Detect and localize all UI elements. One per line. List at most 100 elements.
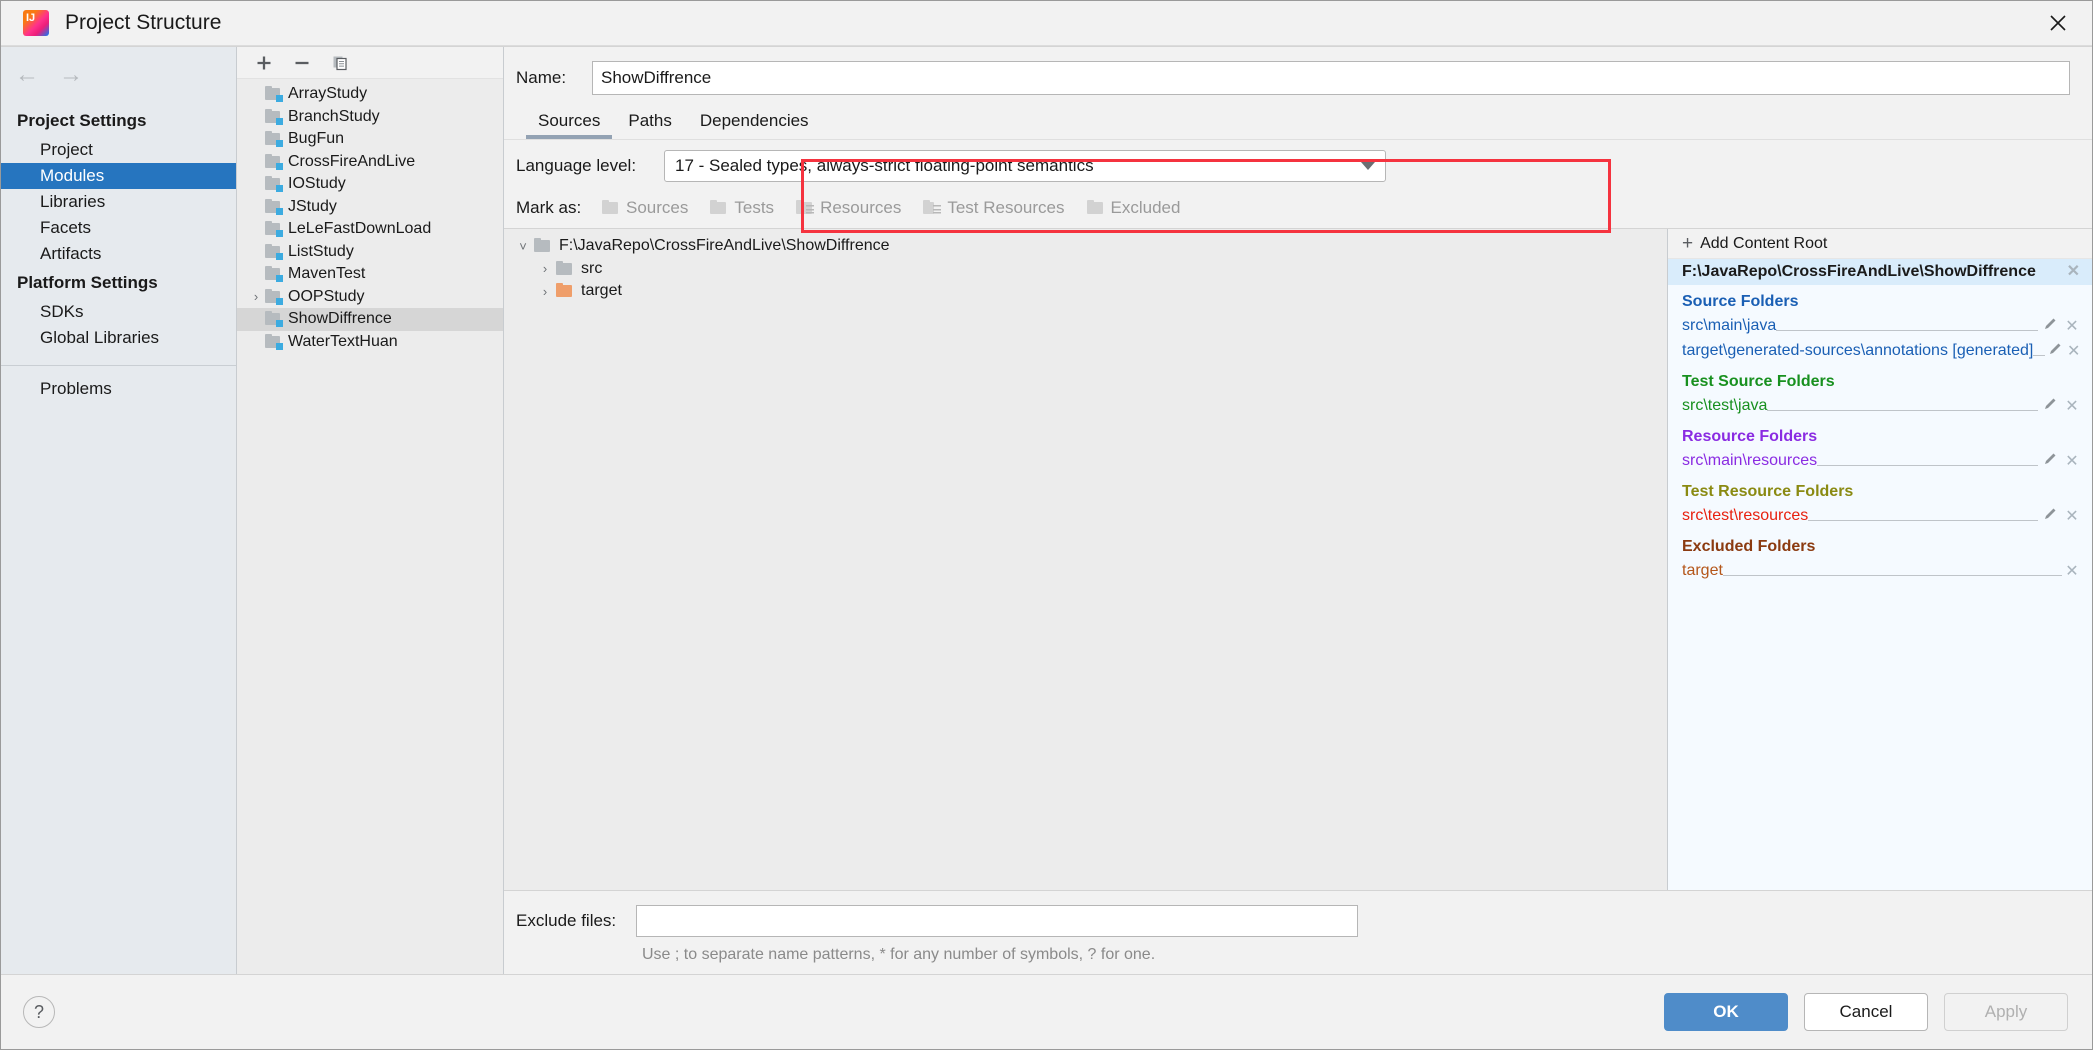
module-label: LeLeFastDownLoad	[288, 220, 432, 238]
close-icon[interactable]: ✕	[2062, 396, 2082, 416]
language-level-value: 17 - Sealed types, always-strict floatin…	[675, 156, 1094, 175]
sidebar-item-project[interactable]: Project	[1, 137, 236, 163]
module-icon	[265, 153, 283, 170]
folder-resources-icon	[796, 200, 815, 215]
source-folder-entry[interactable]: target\generated-sources\annotations [ge…	[1682, 338, 2092, 363]
folder-path: src\test\resources	[1682, 506, 1809, 524]
edit-icon[interactable]	[2038, 316, 2062, 336]
test-source-folder-entry[interactable]: src\test\java ✕	[1682, 393, 2092, 418]
list-item[interactable]: › MavenTest	[237, 263, 503, 286]
edit-icon[interactable]	[2038, 396, 2062, 416]
folder-path: src\main\java	[1682, 316, 1777, 334]
chevron-down-icon[interactable]	[1361, 162, 1375, 170]
module-icon	[265, 108, 283, 125]
question-mark-icon[interactable]: ?	[23, 996, 55, 1028]
module-label: ArrayStudy	[288, 85, 368, 103]
list-item[interactable]: › JStudy	[237, 196, 503, 219]
language-level-select[interactable]: 17 - Sealed types, always-strict floatin…	[664, 150, 1386, 182]
close-icon[interactable]: ✕	[2067, 264, 2080, 280]
mark-as-tests-button[interactable]: Tests	[710, 198, 774, 218]
test-resource-folder-entry[interactable]: src\test\resources ✕	[1682, 503, 2092, 528]
sidebar-item-artifacts[interactable]: Artifacts	[1, 241, 236, 267]
plus-icon[interactable]	[249, 50, 279, 76]
close-icon[interactable]: ✕	[2062, 316, 2082, 336]
list-item[interactable]: › CrossFireAndLive	[237, 151, 503, 174]
module-label: JStudy	[288, 197, 337, 215]
list-item[interactable]: › ArrayStudy	[237, 83, 503, 106]
module-icon	[265, 221, 283, 238]
sidebar-item-sdks[interactable]: SDKs	[1, 299, 236, 325]
modules-list[interactable]: › ArrayStudy › BranchStudy › BugFun ›	[237, 79, 503, 974]
sidebar-item-problems[interactable]: Problems	[1, 376, 236, 402]
ok-button[interactable]: OK	[1664, 993, 1788, 1031]
list-item-selected[interactable]: › ShowDiffrence	[237, 308, 503, 331]
resource-folders-group: Resource Folders src\main\resources ✕	[1668, 420, 2092, 475]
mark-as-sources-button[interactable]: Sources	[602, 198, 688, 218]
exclude-files-input[interactable]	[636, 905, 1358, 937]
mark-as-label: Mark as:	[516, 198, 582, 217]
add-content-root-button[interactable]: + Add Content Root	[1668, 229, 2092, 259]
module-name-input[interactable]	[592, 61, 2070, 95]
close-icon[interactable]: ✕	[2062, 506, 2082, 526]
sidebar-group-project-settings: Project Settings	[17, 111, 147, 130]
list-item[interactable]: › BranchStudy	[237, 106, 503, 129]
exclude-files-hint: Use ; to separate name patterns, * for a…	[642, 946, 1156, 963]
excluded-folder-entry[interactable]: target ✕	[1682, 558, 2092, 583]
sidebar-item-modules[interactable]: Modules	[1, 163, 236, 189]
apply-button[interactable]: Apply	[1944, 993, 2068, 1031]
cancel-button[interactable]: Cancel	[1804, 993, 1928, 1031]
close-icon[interactable]	[2024, 1, 2092, 45]
list-item[interactable]: › ListStudy	[237, 241, 503, 264]
close-icon[interactable]: ✕	[2065, 341, 2082, 361]
folder-path: target\generated-sources\annotations [ge…	[1682, 341, 2034, 359]
sidebar-item-facets[interactable]: Facets	[1, 215, 236, 241]
folder-icon	[556, 260, 573, 276]
sidebar-item-libraries[interactable]: Libraries	[1, 189, 236, 215]
sidebar-item-global-libraries[interactable]: Global Libraries	[1, 325, 236, 351]
entry-filler	[1808, 507, 2038, 521]
source-folder-entry[interactable]: src\main\java ✕	[1682, 313, 2092, 338]
tree-row-src[interactable]: › src	[504, 258, 1667, 281]
mark-as-resources-label: Resources	[820, 198, 902, 217]
edit-icon[interactable]	[2038, 451, 2062, 471]
edit-icon[interactable]	[2038, 506, 2062, 526]
tab-sources[interactable]: Sources	[524, 111, 614, 139]
tree-row-label: F:\JavaRepo\CrossFireAndLive\ShowDiffren…	[559, 237, 890, 255]
module-icon	[265, 131, 283, 148]
module-editor-panel: Name: Sources Paths Dependencies Languag…	[504, 47, 2092, 974]
close-icon[interactable]: ✕	[2062, 451, 2082, 471]
list-item[interactable]: › BugFun	[237, 128, 503, 151]
resource-folder-entry[interactable]: src\main\resources ✕	[1682, 448, 2092, 473]
sidebar-divider	[1, 365, 236, 366]
tab-dependencies[interactable]: Dependencies	[686, 111, 823, 139]
language-level-label: Language level:	[516, 156, 637, 175]
chevron-down-icon[interactable]: ˅	[512, 239, 534, 254]
chevron-right-icon[interactable]: ›	[534, 284, 556, 299]
mark-as-test-resources-label: Test Resources	[947, 198, 1065, 217]
tree-row-root[interactable]: ˅ F:\JavaRepo\CrossFireAndLive\ShowDiffr…	[504, 235, 1667, 258]
list-item[interactable]: › IOStudy	[237, 173, 503, 196]
mark-as-excluded-button[interactable]: Excluded	[1086, 198, 1181, 218]
edit-icon[interactable]	[2045, 341, 2065, 361]
page-title: Project Structure	[65, 11, 222, 34]
source-tree[interactable]: ˅ F:\JavaRepo\CrossFireAndLive\ShowDiffr…	[504, 229, 1668, 890]
list-item[interactable]: › OOPStudy	[237, 286, 503, 309]
mark-as-excluded-label: Excluded	[1110, 198, 1181, 217]
arrow-left-icon[interactable]: ←	[15, 63, 39, 87]
copy-icon[interactable]	[325, 50, 355, 76]
chevron-right-icon[interactable]: ›	[534, 261, 556, 276]
mark-as-resources-button[interactable]: Resources	[796, 198, 901, 218]
tree-row-target[interactable]: › target	[504, 280, 1667, 303]
tab-paths[interactable]: Paths	[614, 111, 685, 139]
folder-excluded-icon	[556, 283, 573, 298]
module-icon	[265, 288, 283, 305]
minus-icon[interactable]	[287, 50, 317, 76]
arrow-right-icon[interactable]: →	[59, 63, 83, 87]
tree-row-label: src	[581, 259, 603, 277]
chevron-right-icon[interactable]: ›	[247, 289, 265, 304]
list-item[interactable]: › WaterTextHuan	[237, 331, 503, 354]
mark-as-test-resources-button[interactable]: Test Resources	[923, 198, 1065, 218]
close-icon[interactable]: ✕	[2062, 561, 2082, 581]
module-label: ListStudy	[288, 242, 354, 260]
list-item[interactable]: › LeLeFastDownLoad	[237, 218, 503, 241]
